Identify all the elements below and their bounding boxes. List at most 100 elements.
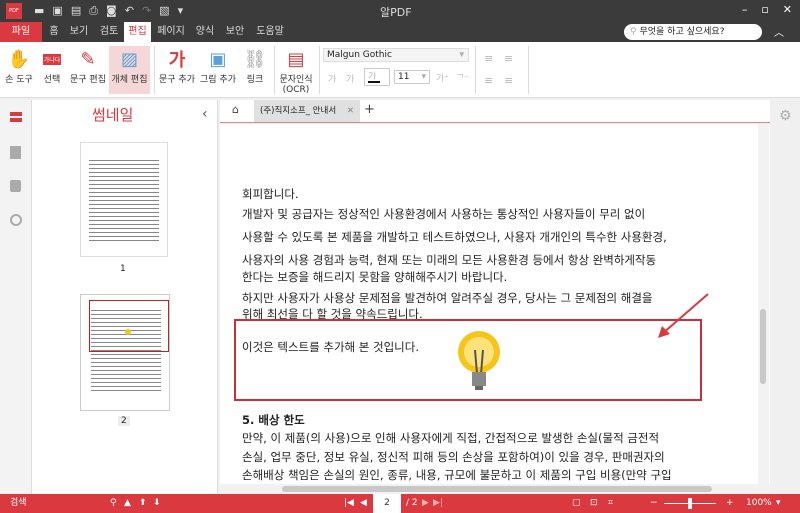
bookmark-icon[interactable] (10, 146, 21, 159)
page-thumbnail-1[interactable] (80, 142, 168, 257)
open-folder-icon[interactable]: ▬ (34, 4, 44, 18)
recent-icon[interactable]: ▧ (159, 4, 169, 18)
search-label[interactable]: 검색 (10, 494, 27, 513)
vertical-scrollbar[interactable] (758, 124, 769, 484)
thumbnail-panel: 썸네일 ‹ 1 2 (32, 100, 218, 494)
ribbon: ✋ 손 도구 가나다 선택 ✎ 문구 편집 ▨ 개체 편집 가 문구 추가 ▣ 그림 추가 … (0, 42, 800, 98)
undo-icon[interactable]: ↶ (125, 4, 134, 18)
text-line: 개발자 및 공급자는 정상적인 사용환경에서 사용하는 통상적인 사용자들이 무… (242, 207, 646, 221)
next-page-button[interactable]: ▶ (422, 494, 429, 513)
prev-page-button[interactable]: ◀ (360, 494, 367, 513)
menu-file[interactable]: 파일 (0, 22, 42, 42)
find-prev-icon[interactable]: ▲ (124, 494, 131, 513)
zoom-dropdown-icon[interactable]: ▾ (776, 494, 781, 513)
home-tab-icon[interactable]: ⌂ (232, 103, 239, 116)
menu-page[interactable]: 페이지 (154, 22, 188, 42)
edit-object-icon: ▨ (120, 48, 138, 70)
zoom-page-icon[interactable]: ◙ (106, 4, 117, 18)
ocr-button[interactable]: ▤ 문자인식 (OCR) (276, 46, 316, 96)
total-pages: / 2 (406, 498, 418, 508)
page-thumbnail-2[interactable] (80, 294, 170, 411)
added-text[interactable]: 이것은 텍스트를 추가해 본 것입니다. (242, 339, 419, 355)
close-tab-icon[interactable]: ✕ (347, 100, 354, 122)
search-panel-icon[interactable] (10, 214, 22, 226)
align-right-icon[interactable]: ≡ (484, 74, 493, 87)
menu-review[interactable]: 검토 (96, 22, 122, 42)
select-button[interactable]: 가나다 선택 (36, 46, 68, 94)
add-image-button[interactable]: ▣ 그림 추가 (198, 46, 238, 94)
zoom-slider[interactable] (664, 498, 716, 509)
last-page-button[interactable]: ▶| (433, 494, 443, 513)
fit-page-icon[interactable]: ⊡ (590, 494, 598, 513)
single-page-icon[interactable]: ▢ (572, 494, 581, 513)
document-tab[interactable]: (주)직지소프_ 안내서 ✕ (254, 100, 360, 122)
italic-button[interactable]: 가 (346, 72, 354, 85)
menu-view[interactable]: 보기 (66, 22, 92, 42)
text-line: 회피합니다. (242, 187, 299, 201)
scan-icon[interactable]: ▤ (71, 4, 81, 18)
add-text-button[interactable]: 가 문구 추가 (158, 46, 196, 94)
font-shrink-icon[interactable]: ᄀ⁻ (456, 71, 469, 84)
search-icon: ⚲ (630, 27, 637, 37)
lightbulb-icon[interactable] (454, 328, 504, 394)
bold-button[interactable]: 가 (328, 72, 336, 85)
text-line: 만약, 이 제품(의 사용)으로 인해 사용자에게 직접, 간접적으로 발생한 … (242, 431, 660, 445)
menu-form[interactable]: 양식 (192, 22, 218, 42)
search-input[interactable]: 무엇을 하고 싶으세요? (639, 27, 724, 37)
status-bar: 검색 ⚲ ▲ ⬆ ⬇ |◀ ◀ 2 / 2 ▶ ▶| ▢ ⊡ ⌗ − + 100… (0, 494, 800, 513)
find-icon[interactable]: ⚲ (110, 494, 117, 513)
save-icon[interactable]: ▣ (52, 4, 62, 18)
redo-icon[interactable]: ↷ (142, 4, 151, 18)
align-center-icon[interactable]: ≡ (504, 52, 513, 65)
text-line: 사용자의 사용 경험과 능력, 현재 또는 미래의 모든 사용환경 등에서 항상… (242, 253, 657, 267)
edit-text-button[interactable]: ✎ 문구 편집 (68, 46, 108, 94)
first-page-button[interactable]: |◀ (344, 494, 354, 513)
menu-edit[interactable]: 편집 (124, 22, 151, 42)
zoom-slider-thumb[interactable] (688, 498, 692, 509)
thumbnail-panel-icon[interactable] (10, 112, 22, 122)
hand-tool-button[interactable]: ✋ 손 도구 (2, 46, 36, 94)
comment-icon[interactable] (10, 180, 21, 192)
select-text-icon: 가나다 (42, 53, 62, 65)
title-bar: PDF ▬ ▣ ▤ ⎙ ◙ ↶ ↷ ▧ ▾ 알PDF – ▫ ✕ (0, 0, 800, 22)
page-number-input[interactable]: 2 (373, 494, 401, 513)
collapse-panel-button[interactable]: ‹ (202, 106, 208, 122)
link-button[interactable]: ⛓ 링크 (240, 46, 270, 94)
add-image-icon: ▣ (209, 48, 227, 70)
align-justify-icon[interactable]: ≡ (504, 74, 513, 87)
align-left-icon[interactable]: ≡ (484, 52, 493, 65)
font-select[interactable]: Malgun Gothic ▾ (323, 48, 469, 62)
document-view: 회피합니다. 개발자 및 공급자는 정상적인 사용환경에서 사용하는 통상적인 … (220, 124, 770, 484)
font-grow-icon[interactable]: 가⁺ (436, 71, 449, 84)
settings-gear-icon[interactable]: ⚙ (779, 108, 792, 124)
font-size-select[interactable]: 11 ▾ (394, 70, 430, 84)
zoom-level[interactable]: 100% (746, 494, 772, 513)
font-color-button[interactable]: 가 (364, 68, 390, 86)
menu-help[interactable]: 도움말 (252, 22, 288, 42)
ocr-icon: ▤ (287, 48, 305, 70)
fit-width-icon[interactable]: ⌗ (608, 494, 613, 513)
zoom-out-button[interactable]: − (650, 494, 658, 513)
edit-text-icon: ✎ (80, 48, 96, 70)
search-box[interactable]: ⚲ 무엇을 하고 싶으세요? (624, 24, 762, 40)
print-icon[interactable]: ⎙ (89, 4, 98, 18)
text-line: 한다는 보증을 해드리지 못함을 양해해주시기 바랍니다. (242, 270, 508, 284)
menu-security[interactable]: 보안 (222, 22, 248, 42)
text-line: 손해배상 책임은 손실의 원인, 종류, 내용, 규모에 불문하고 이 제품의 … (242, 468, 672, 482)
close-button[interactable]: ✕ (783, 3, 792, 16)
minimize-button[interactable]: – (742, 3, 748, 16)
horizontal-scrollbar[interactable] (220, 484, 770, 494)
side-toolbar (0, 100, 32, 494)
menu-home[interactable]: 홈 (45, 22, 63, 42)
dropdown-icon[interactable]: ▾ (178, 4, 184, 18)
zoom-in-button[interactable]: + (726, 494, 734, 513)
thumbnail-title: 썸네일 (92, 106, 134, 124)
edit-object-button[interactable]: ▨ 개체 편집 (109, 46, 150, 94)
collapse-ribbon-button[interactable]: ︿ (774, 24, 784, 39)
app-logo: PDF (6, 3, 22, 19)
page-number-2: 2 (118, 416, 130, 426)
find-down-icon[interactable]: ⬇ (153, 494, 161, 513)
find-up-icon[interactable]: ⬆ (139, 494, 147, 513)
maximize-button[interactable]: ▫ (761, 3, 768, 16)
new-tab-button[interactable]: + (364, 102, 375, 117)
